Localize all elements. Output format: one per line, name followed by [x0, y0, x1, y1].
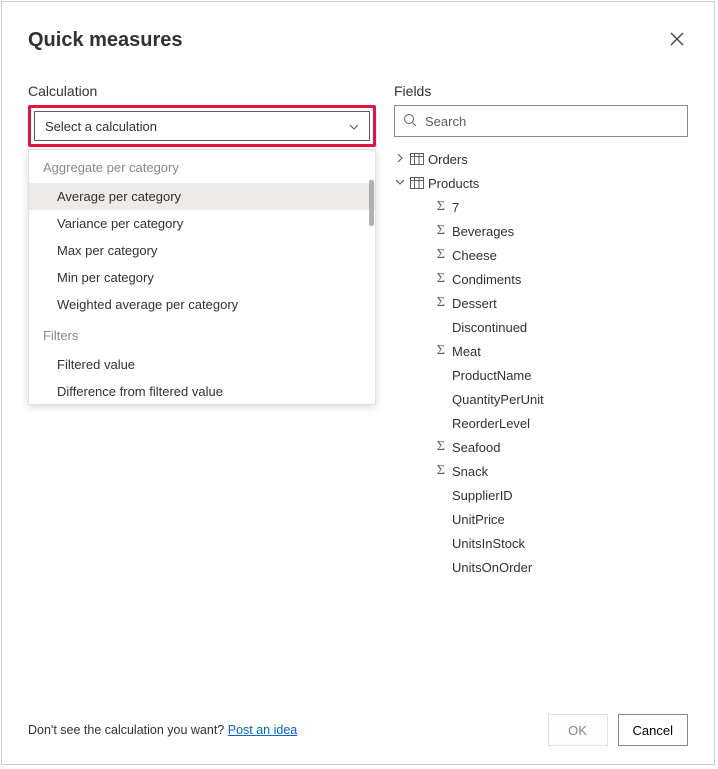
calculation-label: Calculation	[28, 83, 376, 99]
ok-button[interactable]: OK	[548, 714, 608, 746]
footer-prompt: Don't see the calculation you want? Post…	[28, 723, 297, 737]
dialog-footer: Don't see the calculation you want? Post…	[28, 714, 688, 746]
tree-label: ReorderLevel	[452, 416, 530, 431]
dropdown-group-header: Filters	[29, 318, 375, 351]
scrollbar-thumb[interactable]	[369, 180, 374, 226]
tree-field[interactable]: ΣCheese	[394, 243, 688, 267]
tree-field[interactable]: Σ7	[394, 195, 688, 219]
blank-icon	[432, 488, 450, 502]
blank-icon	[432, 320, 450, 334]
chevron-right-icon	[394, 153, 406, 165]
dropdown-item-average-per-category[interactable]: Average per category	[29, 183, 375, 210]
tree-label: UnitPrice	[452, 512, 505, 527]
tree-field[interactable]: ProductName	[394, 363, 688, 387]
tree-label: Meat	[452, 344, 481, 359]
dropdown-placeholder: Select a calculation	[45, 119, 157, 134]
sigma-icon: Σ	[432, 344, 450, 358]
tree-label: UnitsInStock	[452, 536, 525, 551]
tree-field[interactable]: QuantityPerUnit	[394, 387, 688, 411]
tree-label: SupplierID	[452, 488, 513, 503]
fields-search-input[interactable]	[425, 114, 679, 129]
sigma-icon: Σ	[432, 200, 450, 214]
dropdown-item-difference-from-filtered[interactable]: Difference from filtered value	[29, 378, 375, 405]
tree-label: Dessert	[452, 296, 497, 311]
table-icon	[408, 152, 426, 166]
calculation-dropdown-highlight: Select a calculation	[28, 105, 376, 147]
blank-icon	[432, 368, 450, 382]
dropdown-item-max-per-category[interactable]: Max per category	[29, 237, 375, 264]
tree-label: Orders	[428, 152, 468, 167]
fields-search-box	[394, 105, 688, 137]
tree-table-products[interactable]: Products	[394, 171, 688, 195]
tree-label: Cheese	[452, 248, 497, 263]
sigma-icon: Σ	[432, 248, 450, 262]
chevron-down-icon	[349, 119, 359, 133]
tree-field[interactable]: UnitsInStock	[394, 531, 688, 555]
tree-label: 7	[452, 200, 459, 215]
tree-label: Beverages	[452, 224, 514, 239]
tree-field[interactable]: ΣBeverages	[394, 219, 688, 243]
tree-label: Products	[428, 176, 479, 191]
blank-icon	[432, 392, 450, 406]
calculation-section: Calculation Select a calculation Aggrega…	[28, 83, 376, 579]
blank-icon	[432, 512, 450, 526]
tree-field[interactable]: ΣSeafood	[394, 435, 688, 459]
tree-field[interactable]: ΣDessert	[394, 291, 688, 315]
sigma-icon: Σ	[432, 440, 450, 454]
fields-section: Fields Orders	[394, 83, 688, 579]
tree-label: Seafood	[452, 440, 500, 455]
tree-table-orders[interactable]: Orders	[394, 147, 688, 171]
sigma-icon: Σ	[432, 224, 450, 238]
calculation-dropdown-panel: Aggregate per category Average per categ…	[28, 149, 376, 405]
tree-field[interactable]: ΣSnack	[394, 459, 688, 483]
tree-field[interactable]: ΣMeat	[394, 339, 688, 363]
close-icon	[670, 30, 684, 50]
dropdown-item-weighted-average-per-category[interactable]: Weighted average per category	[29, 291, 375, 318]
dropdown-group-header: Aggregate per category	[29, 150, 375, 183]
tree-field[interactable]: Discontinued	[394, 315, 688, 339]
tree-label: Discontinued	[452, 320, 527, 335]
close-button[interactable]	[666, 26, 688, 55]
dropdown-item-variance-per-category[interactable]: Variance per category	[29, 210, 375, 237]
chevron-down-icon	[394, 177, 406, 189]
search-icon	[403, 113, 417, 130]
quick-measures-dialog: Quick measures Calculation Select a calc…	[1, 1, 715, 765]
tree-label: Snack	[452, 464, 488, 479]
tree-field[interactable]: SupplierID	[394, 483, 688, 507]
cancel-button[interactable]: Cancel	[618, 714, 688, 746]
tree-label: ProductName	[452, 368, 531, 383]
blank-icon	[432, 536, 450, 550]
fields-tree: Orders Products Σ7ΣBeveragesΣCheeseΣCond…	[394, 147, 688, 579]
post-idea-link[interactable]: Post an idea	[228, 723, 298, 737]
tree-field[interactable]: ΣCondiments	[394, 267, 688, 291]
calculation-dropdown[interactable]: Select a calculation	[34, 111, 370, 141]
tree-label: UnitsOnOrder	[452, 560, 532, 575]
dialog-title: Quick measures	[28, 29, 183, 52]
sigma-icon: Σ	[432, 464, 450, 478]
tree-field[interactable]: ReorderLevel	[394, 411, 688, 435]
tree-label: QuantityPerUnit	[452, 392, 544, 407]
tree-label: Condiments	[452, 272, 521, 287]
dropdown-item-min-per-category[interactable]: Min per category	[29, 264, 375, 291]
tree-field[interactable]: UnitPrice	[394, 507, 688, 531]
tree-field[interactable]: UnitsOnOrder	[394, 555, 688, 579]
dropdown-item-filtered-value[interactable]: Filtered value	[29, 351, 375, 378]
blank-icon	[432, 416, 450, 430]
blank-icon	[432, 560, 450, 574]
fields-label: Fields	[394, 83, 688, 99]
table-icon	[408, 176, 426, 190]
sigma-icon: Σ	[432, 296, 450, 310]
sigma-icon: Σ	[432, 272, 450, 286]
